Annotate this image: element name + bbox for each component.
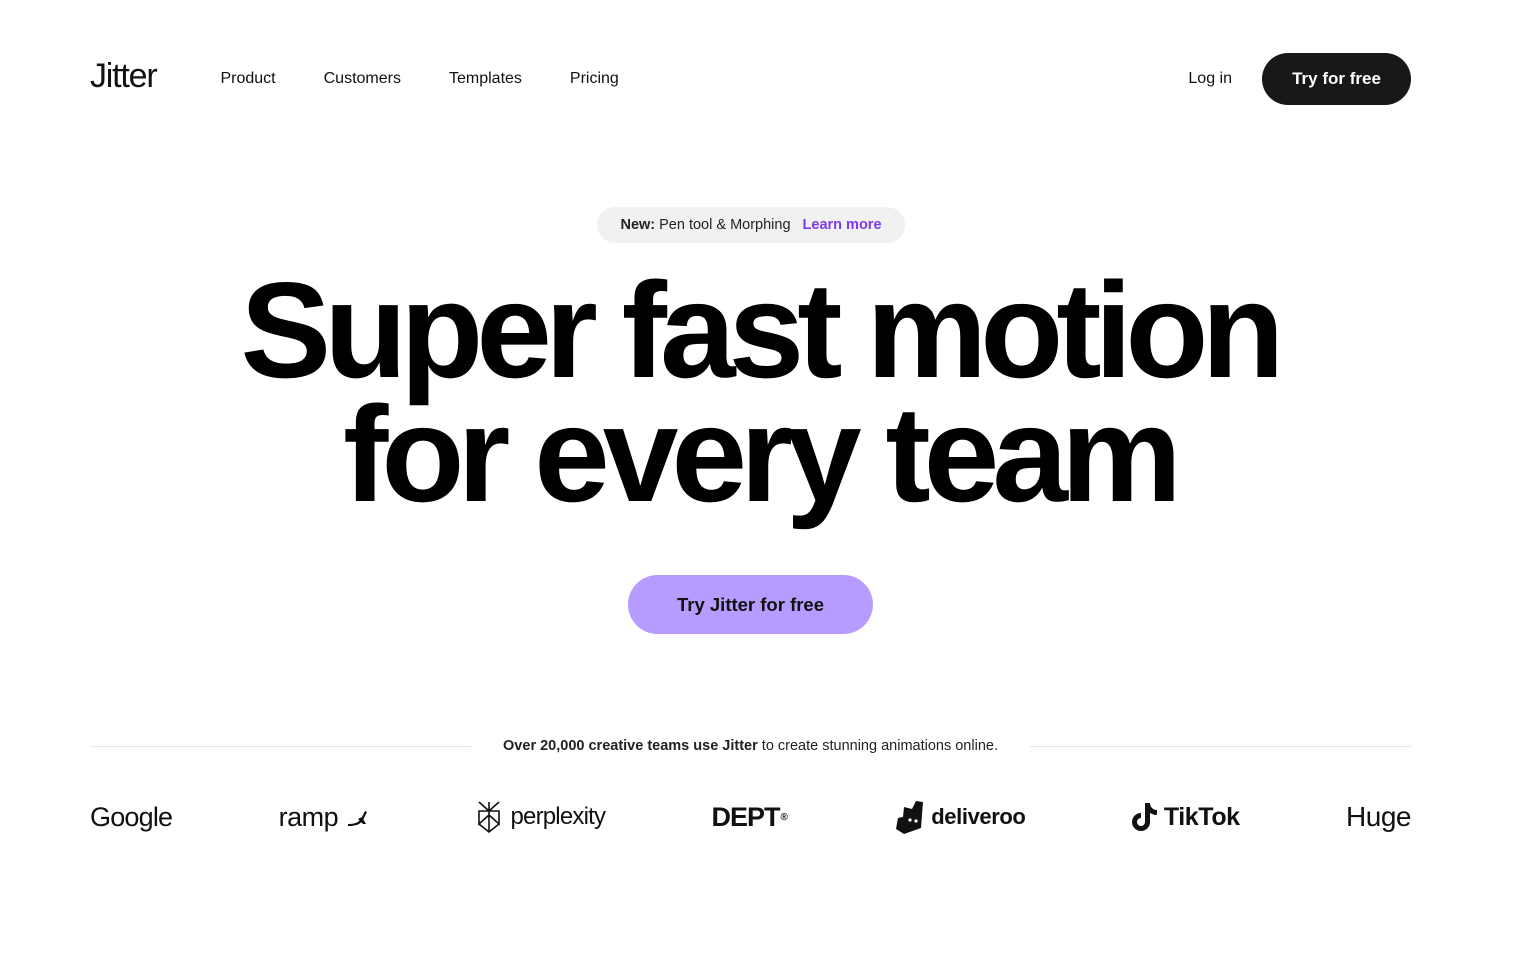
huge-wordmark: Huge [1346, 801, 1411, 832]
hero-line-1: Super fast motion [240, 254, 1284, 406]
hero-line-2: for every team [343, 378, 1182, 530]
try-jitter-button[interactable]: Try Jitter for free [628, 575, 873, 634]
main-nav: Product Customers Templates Pricing [220, 70, 666, 88]
announcement-pill[interactable]: New: Pen tool & Morphing Learn more [597, 207, 905, 243]
deliveroo-logo: deliveroo [894, 800, 1026, 834]
nav-product[interactable]: Product [220, 70, 275, 88]
dept-wordmark: DEPT [711, 801, 781, 832]
announcement-prefix: New: [620, 217, 656, 233]
nav-templates[interactable]: Templates [449, 70, 522, 88]
tiktok-wordmark: TikTok [1163, 802, 1240, 831]
huge-logo: Huge [1346, 801, 1411, 833]
social-proof-bold: Over 20,000 creative teams use Jitter [503, 738, 758, 754]
announcement-text: Pen tool & Morphing [659, 217, 791, 233]
dept-logo: DEPT ® [712, 802, 788, 833]
hero-headline: Super fast motion for every team [0, 254, 1518, 530]
ramp-logo: ramp [279, 802, 371, 833]
social-proof-rest: to create stunning animations online. [757, 738, 998, 754]
divider-left [90, 745, 472, 747]
try-for-free-button[interactable]: Try for free [1262, 53, 1411, 105]
tiktok-note-icon [1131, 803, 1157, 831]
nav-customers[interactable]: Customers [324, 70, 401, 88]
dept-registered-mark: ® [780, 811, 788, 823]
perplexity-icon [478, 801, 501, 833]
divider-right [1029, 745, 1412, 747]
perplexity-logo: perplexity [476, 801, 606, 833]
social-proof-text: Over 20,000 creative teams use Jitter to… [471, 738, 1030, 754]
ramp-wordmark: ramp [278, 801, 339, 832]
tiktok-logo: TikTok [1131, 802, 1240, 832]
social-proof: Over 20,000 creative teams use Jitter to… [90, 734, 1412, 758]
perplexity-wordmark: perplexity [510, 803, 606, 830]
landing-page: Jitter Product Customers Templates Prici… [0, 0, 1518, 961]
google-logo: Google [90, 801, 173, 833]
deliveroo-kangaroo-icon [896, 801, 924, 834]
ramp-icon [348, 811, 368, 826]
google-wordmark: Google [90, 801, 173, 832]
site-header: Jitter Product Customers Templates Prici… [90, 53, 1411, 105]
customer-logos: Google ramp perplexity DEPT ® deliveroo … [90, 795, 1411, 839]
jitter-logo[interactable]: Jitter [90, 59, 158, 93]
login-link[interactable]: Log in [1188, 70, 1232, 88]
nav-pricing[interactable]: Pricing [570, 70, 619, 88]
deliveroo-wordmark: deliveroo [931, 804, 1026, 829]
learn-more-link[interactable]: Learn more [803, 217, 882, 233]
header-actions: Log in Try for free [1188, 53, 1411, 105]
